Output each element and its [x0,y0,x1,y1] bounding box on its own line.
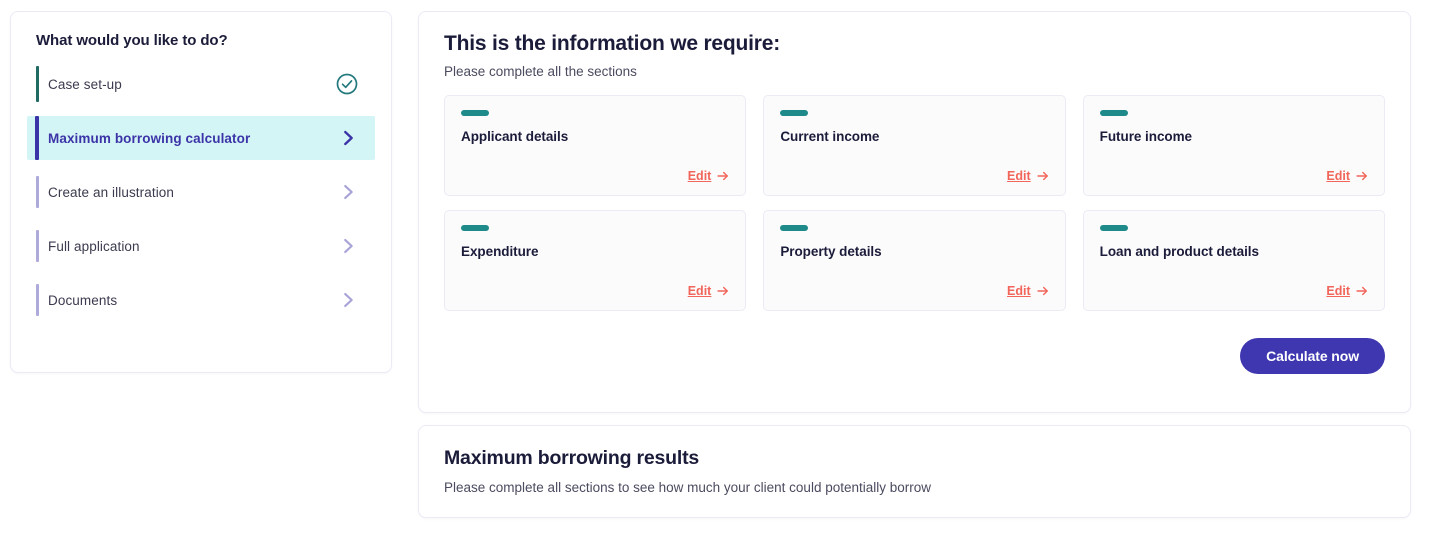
results-title: Maximum borrowing results [444,447,700,469]
sidebar-item-case-set-up[interactable]: Case set-up [27,62,375,106]
status-bar-accent [36,66,39,102]
section-card-property-details[interactable]: Property details Edit [763,210,1066,311]
section-card-title: Property details [780,244,882,259]
arrow-right-icon [1036,169,1050,183]
sidebar-item-label: Case set-up [48,76,122,92]
sidebar-item-create-an-illustration[interactable]: Create an illustration [27,170,375,214]
section-card-title: Loan and product details [1099,244,1259,259]
sidebar-item-label: Documents [48,292,118,308]
check-circle-icon [335,72,359,96]
information-panel: This is the information we require: Plea… [418,11,1411,413]
edit-link-label: Edit [1007,284,1031,298]
section-card-current-income[interactable]: Current income Edit [763,95,1066,196]
chevron-right-icon [337,235,359,257]
page-subtitle: Please complete all the sections [444,64,637,79]
edit-link[interactable]: Edit [1326,284,1369,298]
chevron-right-icon [337,181,359,203]
sidebar-item-full-application[interactable]: Full application [27,224,375,268]
section-card-grid: Applicant details Edit Current income Ed… [444,95,1385,311]
edit-link-label: Edit [1326,169,1350,183]
section-card-title: Applicant details [461,129,569,144]
results-subtitle: Please complete all sections to see how … [444,480,932,495]
section-card-title: Current income [780,129,880,144]
arrow-right-icon [716,169,730,183]
edit-link[interactable]: Edit [1007,169,1050,183]
edit-link-label: Edit [1007,169,1031,183]
app-root: What would you like to do? Case set-up M… [0,0,1440,546]
arrow-right-icon [1036,284,1050,298]
sidebar-item-maximum-borrowing-calculator[interactable]: Maximum borrowing calculator [27,116,375,160]
status-dash-icon [1099,110,1128,116]
arrow-right-icon [1355,169,1369,183]
status-bar-accent [36,176,39,208]
edit-link-label: Edit [687,284,712,298]
section-card-expenditure[interactable]: Expenditure Edit [444,210,747,311]
edit-link-label: Edit [1326,284,1350,298]
edit-link-label: Edit [687,169,712,183]
sidebar-item-label: Full application [48,238,140,254]
edit-link[interactable]: Edit [1007,284,1050,298]
sidebar-title: What would you like to do? [36,32,228,49]
section-card-future-income[interactable]: Future income Edit [1082,95,1385,196]
status-dash-icon [780,110,809,116]
section-card-title: Future income [1099,129,1193,144]
sidebar-item-label: Maximum borrowing calculator [48,130,251,146]
status-bar-accent [36,284,39,316]
chevron-right-icon [337,127,359,149]
arrow-right-icon [1355,284,1369,298]
status-dash-icon [461,110,489,116]
edit-link[interactable]: Edit [1326,169,1369,183]
calculate-now-button[interactable]: Calculate now [1240,338,1385,374]
edit-link[interactable]: Edit [688,169,731,183]
calculate-button-row: Calculate now [444,338,1385,374]
status-dash-icon [780,225,809,231]
status-dash-icon [461,225,489,231]
edit-link[interactable]: Edit [688,284,731,298]
section-card-title: Expenditure [461,244,539,259]
status-dash-icon [1099,225,1128,231]
sidebar-item-label: Create an illustration [48,184,175,200]
status-bar-accent [35,116,39,160]
page-title: This is the information we require: [444,32,781,55]
sidebar-nav-list: Case set-up Maximum borrowing calculator [27,62,375,322]
chevron-right-icon [337,289,359,311]
sidebar-item-documents[interactable]: Documents [27,278,375,322]
section-card-loan-and-product-details[interactable]: Loan and product details Edit [1082,210,1385,311]
section-card-applicant-details[interactable]: Applicant details Edit [444,95,747,196]
sidebar-panel: What would you like to do? Case set-up M… [10,11,392,373]
status-bar-accent [36,230,39,262]
arrow-right-icon [716,284,730,298]
results-panel: Maximum borrowing results Please complet… [418,425,1411,518]
